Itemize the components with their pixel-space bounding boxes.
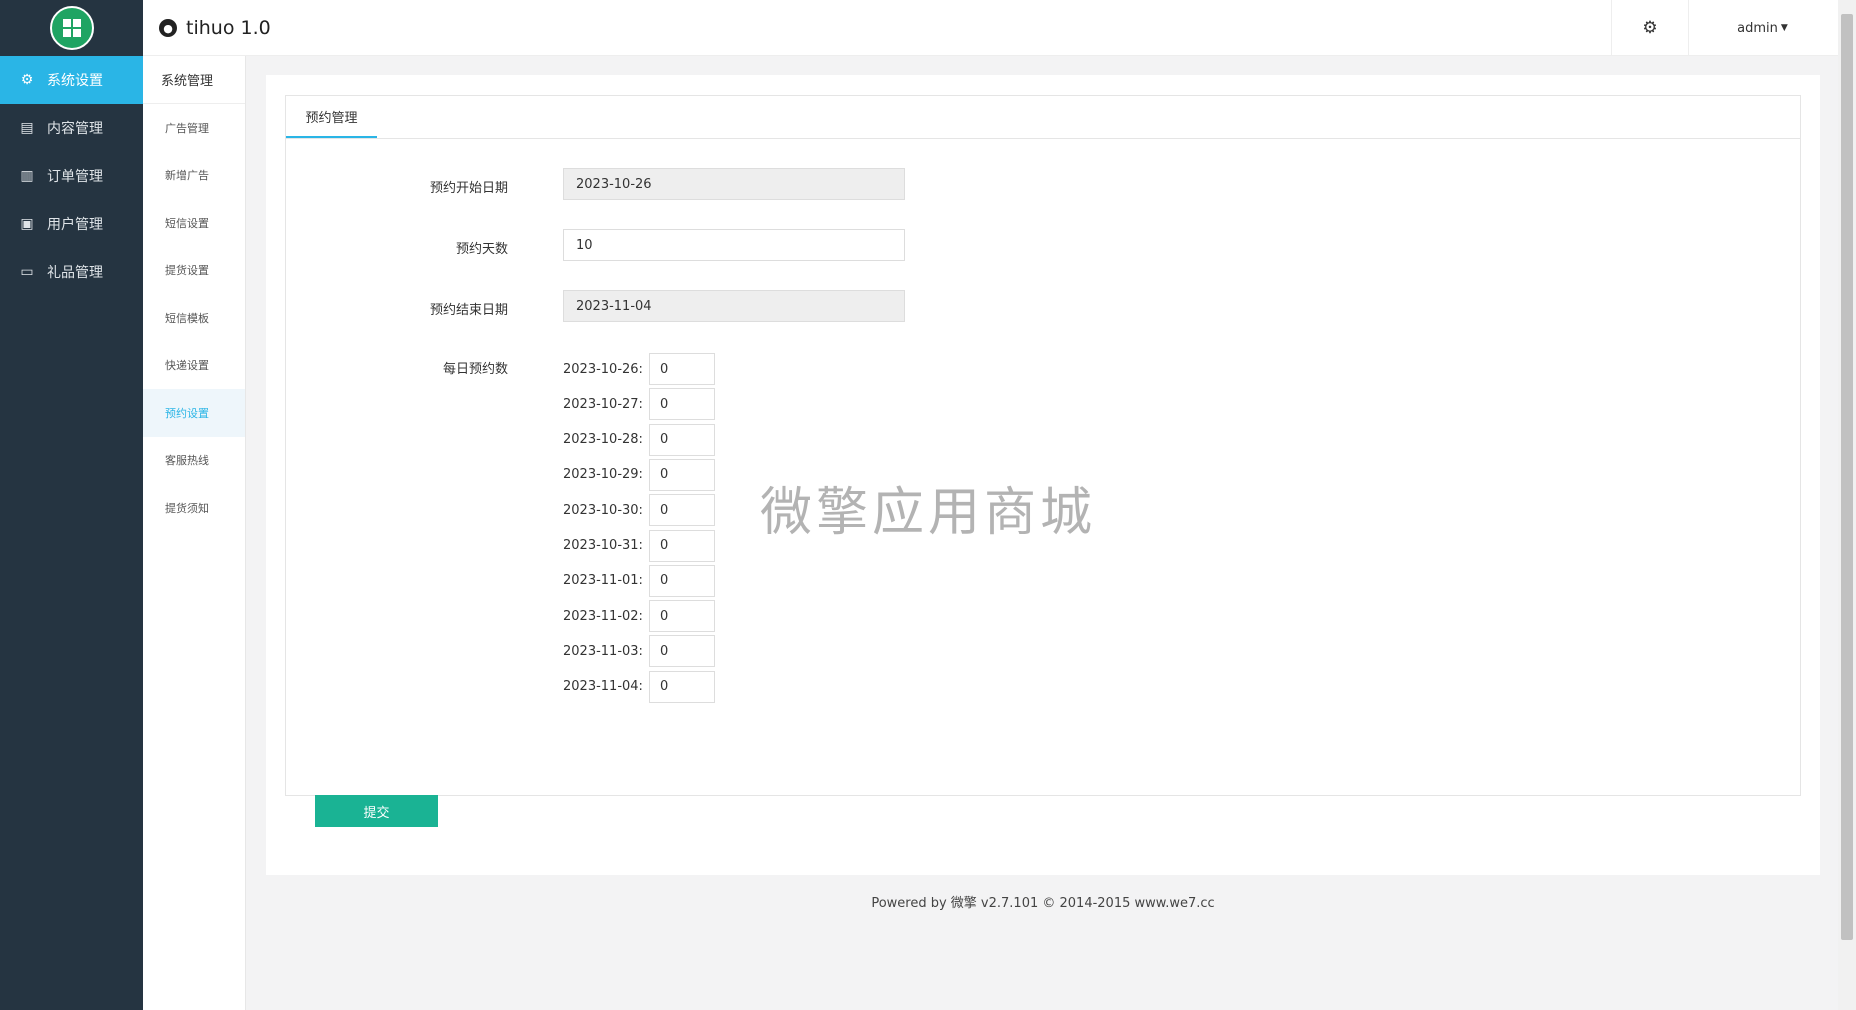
- card-icon: ▣: [20, 216, 34, 232]
- daily-count-row: 2023-10-26:: [563, 353, 715, 385]
- sidebar-item-4[interactable]: ▭ 礼品管理: [0, 248, 143, 296]
- sidebar-item-label: 内容管理: [47, 121, 103, 137]
- daily-count-row: 2023-11-03:: [563, 635, 715, 668]
- daily-count-input[interactable]: [649, 670, 715, 703]
- submenu-item-8[interactable]: 提货须知: [143, 484, 245, 532]
- end-date-label: 预约结束日期: [429, 303, 508, 318]
- daily-count-input[interactable]: [649, 423, 715, 456]
- daily-count-row: 2023-11-04:: [563, 670, 715, 703]
- days-field[interactable]: [563, 229, 905, 261]
- brand[interactable]: ● tihuo 1.0: [159, 0, 271, 56]
- daily-count-input[interactable]: [649, 635, 715, 668]
- start-date-label: 预约开始日期: [429, 181, 508, 196]
- daily-date-label: 2023-10-28:: [563, 432, 643, 448]
- daily-count-input[interactable]: [649, 458, 715, 491]
- sidebar-item-0[interactable]: ⚙ 系统设置: [0, 56, 143, 104]
- gear-icon: ⚙: [20, 72, 34, 88]
- main-sidebar: ⚙ 系统设置 ▤ 内容管理 ▥ 订单管理 ▣ 用户管理 ▭ 礼品管理: [0, 0, 143, 1010]
- daily-date-label: 2023-10-27:: [563, 396, 643, 412]
- daily-count-row: 2023-11-02:: [563, 600, 715, 633]
- daily-date-label: 2023-11-02:: [563, 608, 643, 624]
- gear-icon: ⚙: [1642, 18, 1658, 38]
- days-label: 预约天数: [455, 242, 508, 257]
- page-scrollbar[interactable]: [1838, 0, 1856, 1010]
- daily-count-label: 每日预约数: [442, 362, 508, 377]
- user-name: admin: [1737, 20, 1778, 36]
- submenu: 系统管理 广告管理 新增广告 短信设置 提货设置 短信模板 快递设置 预约设置 客服热线 提货须…: [143, 56, 246, 1010]
- tab-appointment-management[interactable]: 预约管理: [286, 96, 377, 138]
- settings-button[interactable]: ⚙: [1611, 0, 1689, 56]
- daily-date-label: 2023-11-04:: [563, 679, 643, 695]
- submenu-item-5[interactable]: 快递设置: [143, 342, 245, 390]
- tab-bar: 预约管理: [286, 96, 1800, 139]
- daily-count-row: 2023-10-28:: [563, 423, 715, 456]
- end-date-field[interactable]: [563, 290, 905, 322]
- daily-count-input[interactable]: [649, 353, 715, 385]
- sidebar-item-label: 系统设置: [47, 73, 103, 89]
- grid-logo-icon[interactable]: [49, 6, 94, 50]
- daily-count-input[interactable]: [649, 529, 715, 562]
- watermark-text: 微擎应用商城: [760, 483, 1097, 543]
- monitor-icon: ▭: [20, 264, 34, 280]
- daily-date-label: 2023-10-26:: [563, 361, 643, 377]
- footer-text: Powered by 微擎 v2.7.101 © 2014-2015 www.w…: [871, 896, 1215, 911]
- daily-count-input[interactable]: [649, 564, 715, 597]
- daily-count-input[interactable]: [649, 600, 715, 633]
- sidebar-item-label: 订单管理: [47, 169, 103, 185]
- daily-date-label: 2023-10-30:: [563, 502, 643, 518]
- scrollbar-thumb[interactable]: [1841, 14, 1853, 940]
- app-brand-icon: ●: [159, 19, 177, 37]
- logo-area: [0, 0, 143, 56]
- daily-count-input[interactable]: [649, 494, 715, 527]
- daily-count-row: 2023-10-31:: [563, 529, 715, 562]
- sidebar-item-1[interactable]: ▤ 内容管理: [0, 104, 143, 152]
- sidebar-item-3[interactable]: ▣ 用户管理: [0, 200, 143, 248]
- app-title: tihuo 1.0: [186, 17, 271, 39]
- submenu-item-7[interactable]: 客服热线: [143, 437, 245, 485]
- daily-date-label: 2023-11-01:: [563, 573, 643, 589]
- submenu-item-6[interactable]: 预约设置: [143, 389, 245, 437]
- daily-date-label: 2023-11-03:: [563, 643, 643, 659]
- user-menu[interactable]: admin ▼: [1687, 0, 1838, 56]
- submenu-title: 系统管理: [143, 56, 245, 104]
- daily-date-label: 2023-10-31:: [563, 538, 643, 553]
- daily-count-row: 2023-10-27:: [563, 388, 715, 421]
- top-header: ● tihuo 1.0 ⚙ admin ▼: [143, 0, 1838, 56]
- submenu-item-2[interactable]: 短信设置: [143, 199, 245, 247]
- sidebar-item-label: 用户管理: [47, 217, 103, 233]
- daily-count-row: 2023-10-29:: [563, 458, 715, 491]
- tab-container: 预约管理 预约开始日期 预约天数 预约结束日期 每日预约数 2023-10-26…: [285, 95, 1801, 796]
- daily-date-label: 2023-10-29:: [563, 467, 643, 483]
- start-date-field[interactable]: [563, 168, 905, 200]
- folder-icon: ▤: [20, 120, 34, 136]
- submenu-item-4[interactable]: 短信模板: [143, 294, 245, 342]
- daily-count-row: 2023-11-01:: [563, 564, 715, 597]
- document-icon: ▥: [20, 168, 34, 184]
- submenu-item-1[interactable]: 新增广告: [143, 152, 245, 200]
- submenu-item-0[interactable]: 广告管理: [143, 104, 245, 152]
- chevron-down-icon: ▼: [1780, 23, 1788, 33]
- sidebar-item-2[interactable]: ▥ 订单管理: [0, 152, 143, 200]
- submit-button[interactable]: 提交: [315, 795, 438, 827]
- daily-count-row: 2023-10-30:: [563, 494, 715, 527]
- submenu-item-3[interactable]: 提货设置: [143, 247, 245, 295]
- sidebar-item-label: 礼品管理: [47, 265, 103, 281]
- daily-count-input[interactable]: [649, 388, 715, 421]
